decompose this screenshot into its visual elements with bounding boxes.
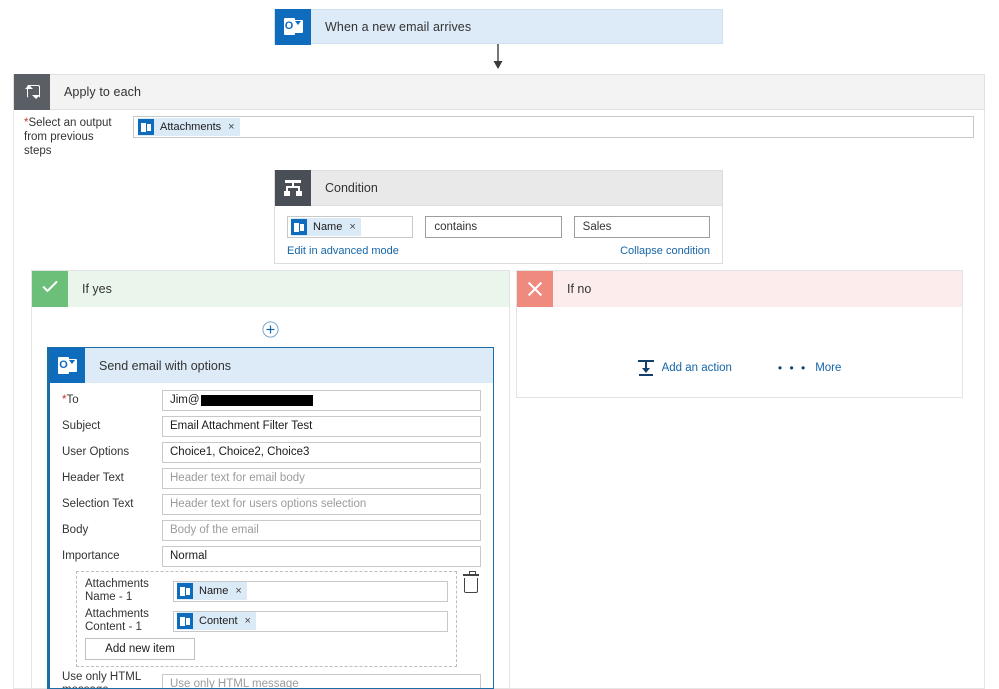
trigger-card-when-new-email-arrives[interactable]: O When a new email arrives [274, 8, 723, 45]
attachment-content-row: Attachments Content - 1 Content × [85, 608, 448, 634]
field-label-importance: Importance [62, 549, 120, 562]
add-new-item-button[interactable]: Add new item [85, 638, 195, 660]
header-text-field[interactable]: Header text for email body [162, 467, 481, 489]
field-row-selection-text: Selection Text Header text for users opt… [62, 493, 481, 515]
condition-card: Condition Name × contains Sales Edit in … [274, 170, 723, 264]
branch-if-yes-title: If yes [82, 282, 112, 296]
field-label-body: Body [62, 523, 89, 536]
outlook-icon [138, 119, 154, 135]
condition-left-operand-input[interactable]: Name × [287, 216, 414, 238]
field-row-to: *To Jim@ [62, 389, 481, 411]
user-options-field[interactable]: Choice1, Choice2, Choice3 [162, 441, 481, 463]
add-an-action-button[interactable]: Add an action [637, 360, 732, 376]
more-label: More [815, 362, 842, 374]
collapse-condition-link[interactable]: Collapse condition [620, 245, 710, 257]
token-label: Name [199, 585, 229, 597]
attachment-content-label: Attachments Content - 1 [85, 608, 149, 633]
loop-icon [14, 74, 50, 110]
branch-if-no-actions: Add an action • • • More [516, 360, 963, 376]
attachment-name-input[interactable]: Name × [173, 580, 448, 602]
check-icon [32, 271, 68, 307]
condition-header[interactable]: Condition [274, 170, 723, 206]
trash-icon[interactable] [463, 571, 479, 593]
token-label: Attachments [160, 121, 222, 133]
selection-text-field[interactable]: Header text for users options selection [162, 493, 481, 515]
field-label-to: *To [62, 393, 79, 406]
attachments-repeater: Attachments Name - 1 Name × Attachments … [76, 571, 479, 667]
branch-if-no: If no [516, 270, 963, 398]
token-chip-name[interactable]: Name × [177, 582, 247, 600]
send-email-header[interactable]: O Send email with options [50, 348, 493, 383]
field-label-selection-text: Selection Text [62, 497, 134, 510]
connector-arrow-icon [493, 44, 503, 69]
to-field-value: Jim@ [170, 394, 200, 406]
send-email-form: *To Jim@ Subject Email Attachment Filter… [50, 383, 493, 688]
condition-title: Condition [325, 181, 378, 195]
importance-field[interactable]: Normal [162, 545, 481, 567]
outlook-icon [291, 219, 307, 235]
select-output-input[interactable]: Attachments × [133, 116, 974, 138]
branch-if-yes-header[interactable]: If yes [32, 271, 509, 307]
token-label: Name [313, 221, 343, 233]
apply-to-each-title: Apply to each [64, 85, 142, 99]
flow-designer-canvas: O When a new email arrives Apply to each… [0, 0, 999, 689]
token-label: Content [199, 615, 238, 627]
trigger-title: When a new email arrives [325, 19, 472, 34]
attachment-name-label: Attachments Name - 1 [85, 578, 149, 603]
subject-field[interactable]: Email Attachment Filter Test [162, 415, 481, 437]
send-email-with-options-card: O Send email with options *To Jim@ Subje… [47, 347, 494, 689]
outlook-icon: O [50, 348, 85, 383]
select-output-row: *Select an output from previous steps At… [24, 116, 974, 158]
condition-links-row: Edit in advanced mode Collapse condition [287, 245, 710, 257]
condition-body: Name × contains Sales Edit in advanced m… [274, 206, 723, 264]
field-label-user-options: User Options [62, 445, 130, 458]
condition-operator-select[interactable]: contains [425, 216, 562, 238]
field-row-importance: Importance Normal [62, 545, 481, 567]
token-chip-content[interactable]: Content × [177, 612, 256, 630]
edit-advanced-mode-link[interactable]: Edit in advanced mode [287, 245, 399, 257]
field-label-use-only-html: Use only HTMLmessage [62, 671, 142, 688]
field-label-subject: Subject [62, 419, 101, 432]
use-only-html-field[interactable]: Use only HTML message [162, 673, 481, 688]
outlook-icon [177, 583, 193, 599]
token-remove-icon[interactable]: × [235, 585, 241, 597]
token-chip-name[interactable]: Name × [291, 218, 361, 236]
ellipsis-icon: • • • [777, 361, 808, 375]
to-field[interactable]: Jim@ [162, 389, 481, 411]
body-field[interactable]: Body of the email [162, 519, 481, 541]
more-button[interactable]: • • • More [778, 360, 841, 376]
field-row-subject: Subject Email Attachment Filter Test [62, 415, 481, 437]
redaction-bar [200, 394, 313, 406]
condition-icon [275, 170, 311, 206]
outlook-icon [177, 613, 193, 629]
x-icon [517, 271, 553, 307]
field-row-body: Body Body of the email [62, 519, 481, 541]
outlook-icon: O [275, 8, 311, 45]
select-output-label: *Select an output from previous steps [24, 117, 112, 157]
attachment-content-input[interactable]: Content × [173, 610, 448, 632]
add-action-icon [637, 360, 654, 376]
add-an-action-label: Add an action [661, 362, 732, 374]
condition-expression-row: Name × contains Sales [287, 216, 710, 238]
token-chip-attachments[interactable]: Attachments × [138, 118, 240, 136]
token-remove-icon[interactable]: × [228, 121, 234, 133]
branch-if-no-header[interactable]: If no [517, 271, 962, 307]
apply-to-each-header[interactable]: Apply to each [13, 74, 985, 110]
attachment-name-row: Attachments Name - 1 Name × [85, 578, 448, 604]
token-remove-icon[interactable]: × [245, 615, 251, 627]
condition-value-input[interactable]: Sales [573, 216, 710, 238]
field-row-user-options: User Options Choice1, Choice2, Choice3 [62, 441, 481, 463]
branch-if-no-title: If no [567, 282, 592, 296]
send-email-title: Send email with options [99, 358, 232, 373]
field-label-header-text: Header Text [62, 471, 124, 484]
token-remove-icon[interactable]: × [349, 221, 355, 233]
add-step-button[interactable] [262, 321, 279, 338]
field-row-use-only-html: Use only HTMLmessage Use only HTML messa… [62, 671, 481, 688]
field-row-header-text: Header Text Header text for email body [62, 467, 481, 489]
